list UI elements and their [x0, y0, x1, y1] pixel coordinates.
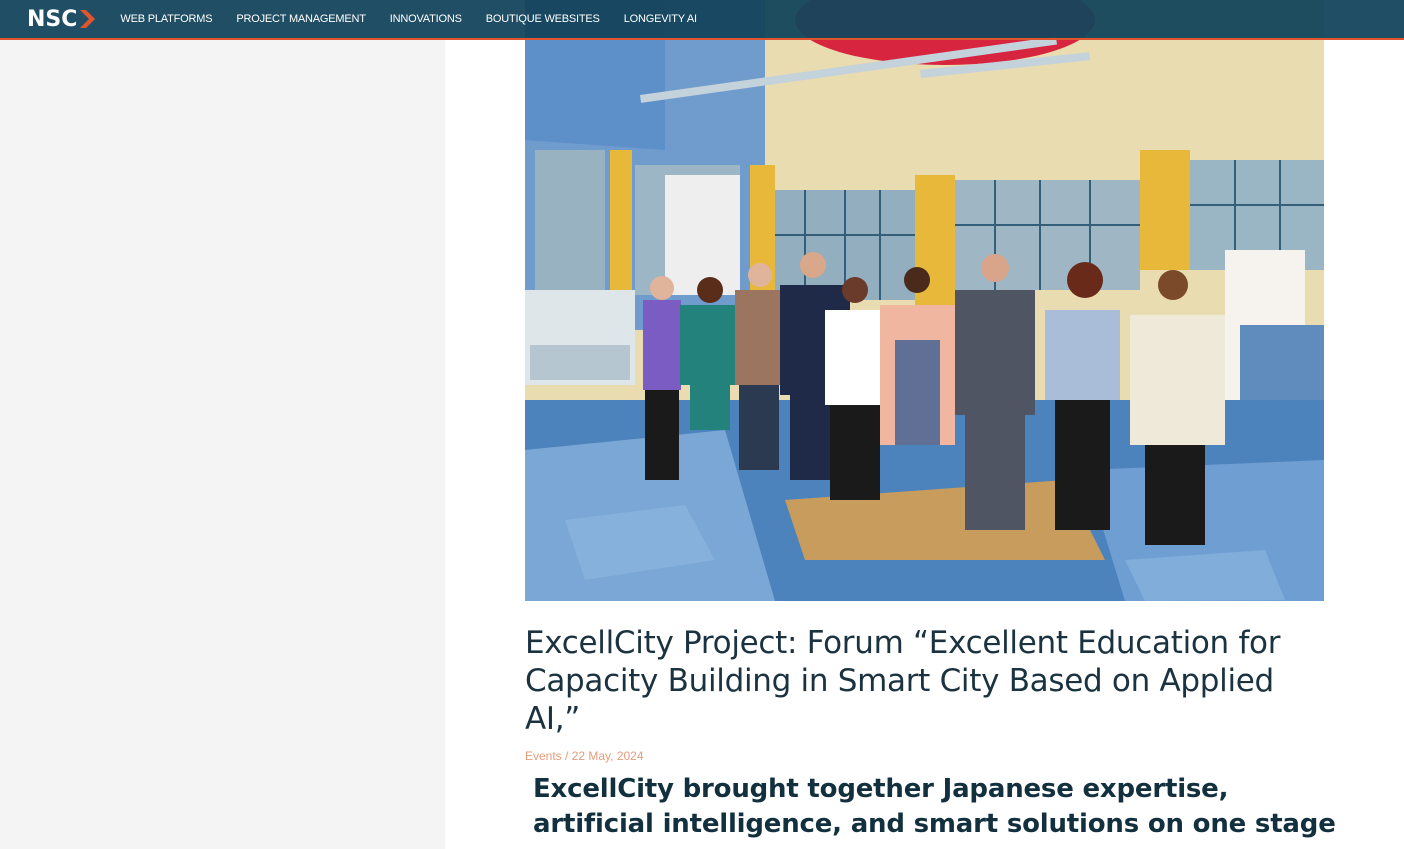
category-link[interactable]: Events: [525, 749, 562, 763]
meta-separator: /: [561, 749, 572, 763]
top-navigation-bar: NSC WEB PLATFORMS PROJECT MANAGEMENT INN…: [0, 0, 1404, 40]
logo-chevron-icon: [80, 10, 96, 28]
nav-innovations[interactable]: INNOVATIONS: [390, 13, 462, 25]
site-logo[interactable]: NSC: [27, 7, 96, 32]
article-subtitle: ExcellCity brought together Japanese exp…: [533, 774, 1336, 839]
article-title: ExcellCity Project: Forum “Excellent Edu…: [525, 625, 1281, 737]
nav-longevity-ai[interactable]: LONGEVITY AI: [624, 13, 697, 25]
left-sidebar: [0, 0, 445, 849]
article-meta: Events / 22 May, 2024: [525, 749, 644, 763]
article-featured-image: [525, 0, 1324, 601]
group-photo-illustration: [525, 0, 1324, 601]
nav-web-platforms[interactable]: WEB PLATFORMS: [120, 13, 212, 25]
logo-text: NSC: [27, 6, 78, 32]
nav-boutique-websites[interactable]: BOUTIQUE WEBSITES: [486, 13, 600, 25]
nav-project-management[interactable]: PROJECT MANAGEMENT: [236, 13, 366, 25]
article-date: 22 May, 2024: [571, 749, 644, 763]
